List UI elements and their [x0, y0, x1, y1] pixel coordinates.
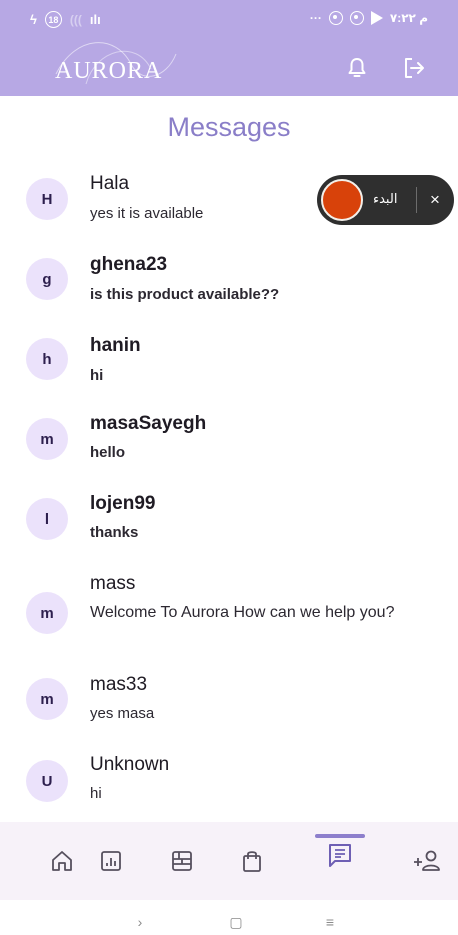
conversation-name: ghena23: [90, 254, 168, 275]
app-status-icon: [328, 11, 343, 25]
conversation-name: Hala: [90, 173, 130, 194]
page-title: Messages: [167, 112, 291, 142]
conversation-name: Unknown: [90, 754, 170, 775]
avatar: m: [26, 678, 68, 720]
conversation-preview: Welcome To Aurora How can we help you?: [90, 604, 395, 621]
avatar: l: [26, 498, 68, 540]
conversation-item[interactable]: m mas33 yes masa: [0, 673, 458, 735]
status-bar: ϟ 18 ((( ılı ··· م ٧:٢٢: [0, 0, 458, 34]
add-user-icon: [414, 850, 440, 871]
nav-messages[interactable]: [315, 830, 365, 880]
nav-shop[interactable]: [227, 836, 277, 886]
bottom-navigation: [0, 822, 458, 900]
home-button[interactable]: ▢: [224, 912, 248, 932]
conversation-name: hanin: [90, 335, 141, 356]
start-label[interactable]: البدء: [373, 191, 397, 207]
recents-button[interactable]: ≡: [318, 912, 342, 932]
status-left: ϟ 18 ((( ılı: [30, 11, 101, 28]
status-time: م ٧:٢٢: [389, 11, 428, 25]
messages-icon: [329, 844, 351, 867]
app-status-icon: [349, 11, 364, 25]
conversation-preview: is this product available??: [90, 286, 280, 303]
conversation-name: lojen99: [90, 493, 156, 514]
bell-icon[interactable]: [345, 56, 369, 80]
app-header: ϟ 18 ((( ılı ··· م ٧:٢٢ AURORA: [0, 0, 458, 96]
conversation-preview: hi: [90, 367, 104, 384]
back-button[interactable]: ›: [128, 912, 152, 932]
hotspot-icon: (((: [69, 12, 82, 27]
conversation-name: mas33: [90, 674, 148, 695]
notification-count-badge: 18: [44, 11, 62, 28]
logout-icon[interactable]: [401, 55, 427, 81]
conversation-item[interactable]: g ghena23 is this product available??: [0, 252, 458, 314]
signal-icon: ılı: [89, 12, 101, 27]
nav-home[interactable]: [37, 836, 87, 886]
shopping-bag-icon: [243, 851, 261, 872]
nav-add-user[interactable]: [402, 836, 452, 886]
status-right: ··· م ٧:٢٢: [310, 11, 428, 25]
conversation-item[interactable]: m masaSayegh hello: [0, 412, 458, 474]
avatar: h: [26, 338, 68, 380]
conversation-preview: hello: [90, 444, 126, 461]
close-icon[interactable]: ×: [423, 188, 447, 212]
home-icon: [52, 851, 72, 871]
avatar: H: [26, 178, 68, 220]
charging-icon: ϟ: [30, 12, 37, 27]
conversation-preview: yes masa: [90, 705, 155, 722]
nav-analytics[interactable]: [86, 836, 136, 886]
conversation-item[interactable]: U Unknown hi: [0, 752, 458, 814]
floating-start-widget[interactable]: البدء ×: [317, 175, 454, 225]
record-knob[interactable]: [321, 179, 363, 221]
avatar: g: [26, 258, 68, 300]
avatar: m: [26, 418, 68, 460]
conversation-name: masaSayegh: [90, 413, 207, 434]
aurora-logo[interactable]: AURORA: [55, 58, 162, 85]
system-navigation-bar: › ▢ ≡: [0, 900, 458, 935]
nav-dashboard[interactable]: [157, 836, 207, 886]
avatar: U: [26, 760, 68, 802]
dashboard-icon: [172, 851, 192, 871]
more-notifications-icon: ···: [309, 11, 322, 25]
divider: [416, 187, 417, 213]
conversation-name: mass: [90, 573, 136, 594]
conversation-preview: thanks: [90, 524, 139, 541]
conversation-preview: hi: [90, 785, 102, 802]
avatar: m: [26, 592, 68, 634]
conversation-item[interactable]: l lojen99 thanks: [0, 493, 458, 555]
conversation-item[interactable]: m mass Welcome To Aurora How can we help…: [0, 573, 458, 661]
chart-icon: [101, 851, 121, 871]
conversation-item[interactable]: h hanin hi: [0, 333, 458, 395]
play-store-icon: [370, 11, 383, 25]
